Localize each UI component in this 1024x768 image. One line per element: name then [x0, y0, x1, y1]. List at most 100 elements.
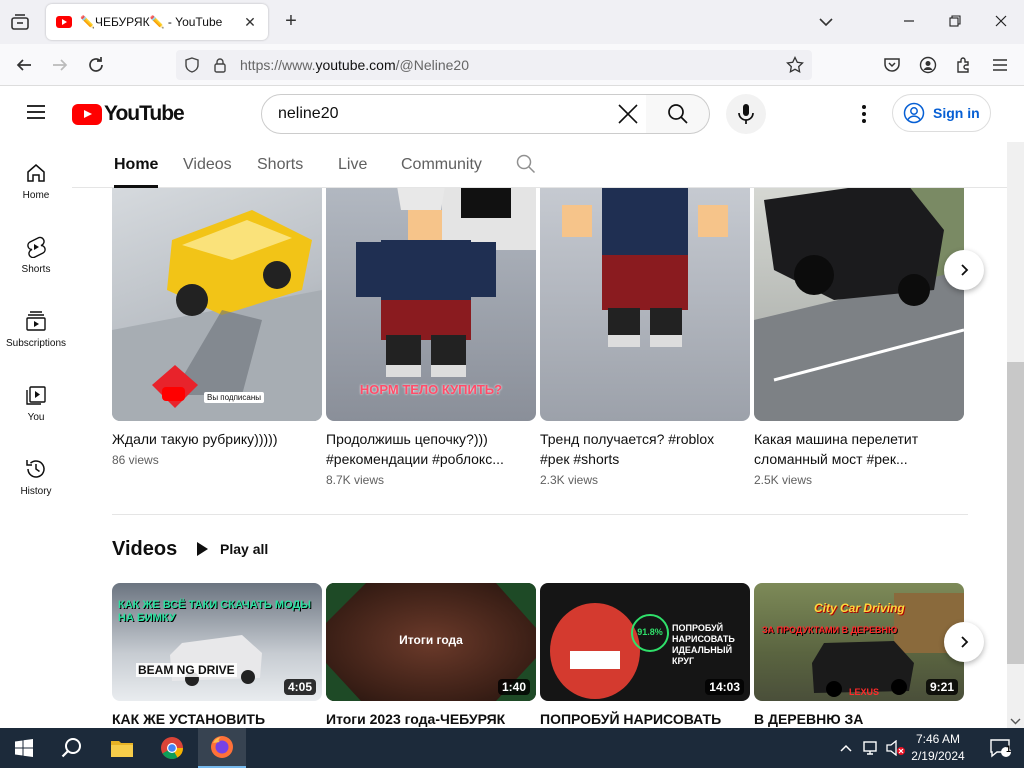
restore-icon: [949, 15, 961, 27]
channel-tabs: Home Videos Shorts Live Community: [72, 142, 1007, 188]
video-title[interactable]: В ДЕРЕВНЮ ЗА: [754, 711, 863, 727]
hamburger-menu-icon: [993, 59, 1007, 71]
youtube-play-icon: [162, 387, 185, 401]
close-icon: [618, 104, 638, 124]
video-duration: 9:21: [925, 679, 958, 695]
tab-home[interactable]: Home: [114, 156, 158, 174]
pocket-button[interactable]: [878, 51, 906, 79]
sidebar-item-subscriptions[interactable]: Subscriptions: [0, 290, 72, 360]
thumbnail-subtext: LEXUS: [849, 687, 880, 697]
short-thumbnail[interactable]: НОРМ ТЕЛО КУПИТЬ?: [326, 188, 536, 421]
video-thumbnail[interactable]: City Car Driving ЗА ПРОДУКТАМИ В ДЕРЕВНЮ…: [754, 583, 964, 701]
video-thumbnail[interactable]: 91.8% ПОПРОБУЙ НАРИСОВАТЬ ИДЕАЛЬНЫЙ КРУГ…: [540, 583, 750, 701]
voice-search-button[interactable]: [726, 94, 766, 134]
play-all-label: Play all: [220, 541, 269, 557]
show-hidden-icons-button[interactable]: [834, 728, 858, 768]
tab-community[interactable]: Community: [401, 156, 482, 174]
thumbnail-percentage: 91.8%: [637, 627, 663, 637]
mini-guide-sidebar: Home Shorts Subscriptions You History: [0, 142, 72, 728]
search-clear-button[interactable]: [614, 100, 642, 128]
taskbar-clock[interactable]: 7:46 AM 2/19/2024: [908, 731, 968, 765]
chrome-icon: [161, 737, 183, 759]
short-thumbnail[interactable]: Вы подписаны: [112, 188, 322, 421]
sign-in-button[interactable]: Sign in: [892, 94, 991, 132]
chevron-right-icon: [961, 636, 969, 648]
sidebar-item-label: History: [20, 486, 52, 497]
browser-tab-active[interactable]: ✏️ЧЕБУРЯК✏️ - YouTube ✕: [46, 4, 268, 40]
page-scrollbar-thumb[interactable]: [1007, 362, 1024, 664]
channel-search-button[interactable]: [516, 154, 538, 176]
search-icon: [667, 104, 688, 124]
short-views: 8.7K views: [326, 473, 385, 487]
forward-button[interactable]: [46, 51, 74, 79]
youtube-play-icon: [72, 103, 102, 125]
puzzle-icon: [957, 57, 969, 73]
network-status-button[interactable]: [858, 728, 884, 768]
action-center-button[interactable]: 1: [976, 728, 1024, 768]
tab-title: ✏️ЧЕБУРЯК✏️ - YouTube: [80, 15, 223, 29]
youtube-favicon-icon: [56, 16, 72, 28]
short-title[interactable]: Продолжишь цепочку?))) #рекомендации #ро…: [326, 429, 526, 469]
channel-content: Вы подписаны Ждали такую рубрику))))) 86…: [72, 188, 1007, 728]
video-title[interactable]: КАК ЖЕ УСТАНОВИТЬ: [112, 711, 265, 727]
tab-shorts[interactable]: Shorts: [257, 156, 303, 174]
search-input[interactable]: neline20: [261, 94, 647, 134]
address-bar[interactable]: https://www.youtube.com/@Neline20: [176, 50, 812, 80]
short-thumbnail[interactable]: [754, 188, 964, 421]
account-button[interactable]: [914, 51, 942, 79]
taskbar-file-explorer[interactable]: [98, 728, 146, 768]
video-title[interactable]: Итоги 2023 года-ЧЕБУРЯК: [326, 711, 505, 727]
short-thumbnail[interactable]: [540, 188, 750, 421]
window-close-button[interactable]: [989, 10, 1013, 34]
youtube-logo[interactable]: YouTube: [72, 102, 185, 126]
videos-next-button[interactable]: [944, 622, 984, 662]
volume-button[interactable]: [884, 728, 908, 768]
scroll-down-button[interactable]: [1009, 714, 1022, 726]
window-restore-button[interactable]: [943, 10, 967, 34]
start-button[interactable]: [0, 728, 48, 768]
extensions-button[interactable]: [950, 51, 978, 79]
reload-button[interactable]: [82, 51, 110, 79]
video-title[interactable]: ПОПРОБУЙ НАРИСОВАТЬ: [540, 711, 721, 727]
taskbar-firefox[interactable]: [198, 728, 246, 768]
tab-live[interactable]: Live: [338, 156, 367, 174]
video-thumbnail[interactable]: КАК ЖЕ ВСЁ ТАКИ СКАЧАТЬ МОДЫ НА БИМКУ BE…: [112, 583, 322, 701]
sidebar-item-label: You: [27, 412, 45, 423]
tab-close-icon[interactable]: ✕: [242, 14, 258, 31]
sidebar-item-home[interactable]: Home: [0, 142, 72, 212]
lock-icon: [214, 58, 226, 73]
firefox-icon: [211, 736, 233, 758]
sidebar-item-label: Subscriptions: [5, 338, 67, 349]
app-menu-button[interactable]: [986, 51, 1014, 79]
search-button[interactable]: [646, 94, 710, 134]
sidebar-item-shorts[interactable]: Shorts: [0, 216, 72, 286]
thumbnail-headline: ПОПРОБУЙ НАРИСОВАТЬ ИДЕАЛЬНЫЙ КРУГ: [672, 623, 735, 666]
taskbar-search-button[interactable]: [48, 728, 96, 768]
new-tab-button[interactable]: +: [280, 10, 302, 32]
window-minimize-button[interactable]: [897, 10, 921, 34]
short-title[interactable]: Какая машина перелетит сломанный мост #р…: [754, 429, 954, 469]
section-divider: [112, 514, 968, 515]
short-views: 2.3K views: [540, 473, 599, 487]
short-title[interactable]: Тренд получается? #roblox #рек #shorts: [540, 429, 740, 469]
thumbnail-subtext: ЗА ПРОДУКТАМИ В ДЕРЕВНЮ: [762, 625, 898, 635]
back-button[interactable]: [10, 51, 38, 79]
user-circle-icon: [903, 102, 925, 124]
short-overlay-text: НОРМ ТЕЛО КУПИТЬ?: [359, 382, 503, 397]
reload-icon: [89, 57, 103, 72]
bookmark-star-icon[interactable]: [786, 56, 804, 74]
play-all-button[interactable]: Play all: [194, 538, 268, 560]
short-title[interactable]: Ждали такую рубрику))))): [112, 429, 312, 449]
video-thumbnail[interactable]: Итоги года 1:40: [326, 583, 536, 701]
guide-menu-button[interactable]: [24, 100, 48, 124]
shorts-next-button[interactable]: [944, 250, 984, 290]
hamburger-menu-icon: [27, 105, 45, 119]
sidebar-item-you[interactable]: You: [0, 364, 72, 434]
sidebar-item-history[interactable]: History: [0, 438, 72, 508]
list-all-tabs-button[interactable]: [816, 12, 836, 32]
taskbar-chrome[interactable]: [148, 728, 196, 768]
videos-section-heading[interactable]: Videos: [112, 538, 177, 561]
tab-list-button[interactable]: [6, 8, 34, 36]
settings-more-button[interactable]: [850, 100, 878, 128]
tab-videos[interactable]: Videos: [183, 156, 232, 174]
